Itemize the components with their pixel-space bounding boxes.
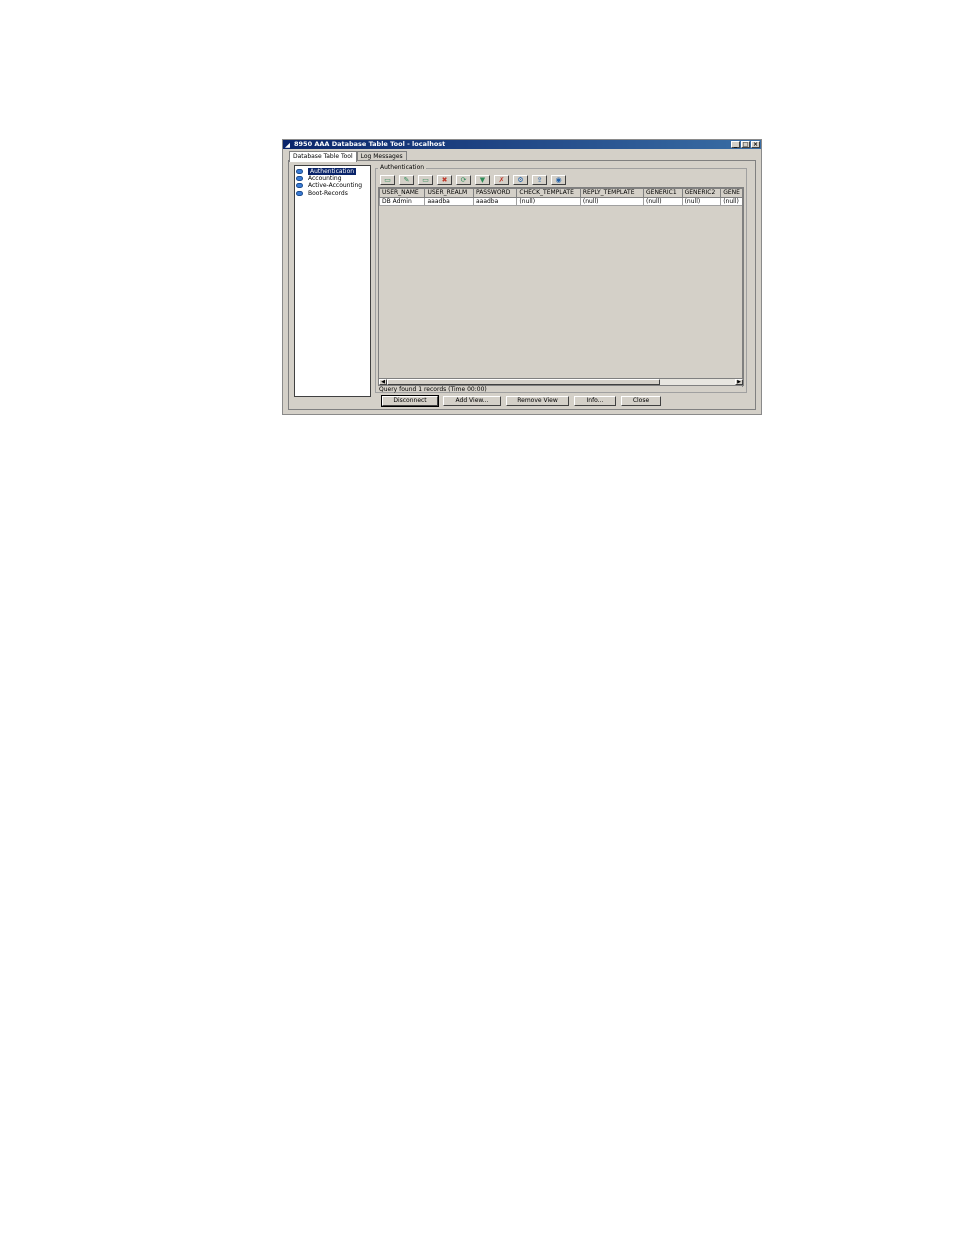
cell-reply-template[interactable]: (null) [579,197,645,206]
disconnect-button[interactable]: Disconnect [381,395,439,407]
records-grid: USER_NAME USER_REALM PASSWORD CHECK_TEMP… [378,187,744,379]
column-header-user-realm[interactable]: USER_REALM [424,188,474,198]
tree-item-label: Boot-Records [308,189,348,197]
cell-generic1[interactable]: (null) [643,197,683,206]
column-header-check-template[interactable]: CHECK_TEMPLATE [516,188,581,198]
scroll-left-button[interactable]: ◀ [379,379,387,385]
export-icon: ⇪ [536,175,543,184]
group-title: Authentication [378,164,427,171]
cell-password[interactable]: aaadba [472,197,518,206]
edit-record-button[interactable]: ✎ [399,175,414,185]
database-icon [296,190,303,196]
view-icon: ▭ [384,175,391,184]
column-header-generic1[interactable]: GENERIC1 [643,188,683,198]
filter-icon: ▼ [479,175,486,184]
search-button[interactable]: ⚙ [513,175,528,185]
cell-gene[interactable]: (null) [720,197,743,206]
edit-icon: ✎ [403,175,410,184]
table-header-row: USER_NAME USER_REALM PASSWORD CHECK_TEMP… [379,188,743,198]
column-header-generic2[interactable]: GENERIC2 [681,188,722,198]
cell-user-realm[interactable]: aaadba [424,197,474,206]
tree-item-accounting[interactable]: Accounting [296,175,369,182]
app-logo-icon: ◢ [285,141,290,149]
scroll-thumb[interactable] [387,379,660,385]
database-icon [296,183,303,189]
table-tree: Authentication Accounting Active-Account… [294,165,371,397]
tree-item-active-accounting[interactable]: Active-Accounting [296,182,369,189]
records-table: USER_NAME USER_REALM PASSWORD CHECK_TEMP… [379,188,743,206]
refresh-icon: ⟳ [460,175,467,184]
close-button[interactable]: Close [621,396,661,406]
view-record-button[interactable]: ▭ [380,175,395,185]
cell-user-name[interactable]: DB Admin [379,197,426,206]
clear-filter-button[interactable]: ✗ [494,175,509,185]
refresh-button[interactable]: ⟳ [456,175,471,185]
add-view-button[interactable]: Add View... [443,396,501,406]
title-bar: ◢ 8950 AAA Database Table Tool - localhos… [283,140,761,149]
tree-item-authentication[interactable]: Authentication [296,168,369,175]
filter-button[interactable]: ▼ [475,175,490,185]
column-header-user-name[interactable]: USER_NAME [379,188,426,198]
connect-button[interactable]: ◉ [551,175,566,185]
toolbar: ▭ ✎ ▭ ✖ ⟳ ▼ ✗ ⚙ ⇪ ◉ [380,175,566,185]
grid-divider [742,187,743,387]
window-controls: _ □ × [731,141,760,148]
add-record-button[interactable]: ▭ [418,175,433,185]
window-title: 8950 AAA Database Table Tool - localhost [294,140,446,148]
cell-check-template[interactable]: (null) [516,197,581,206]
column-header-gene[interactable]: GENE [720,188,743,198]
clear-filter-icon: ✗ [498,175,505,184]
tree-item-label: Authentication [308,168,357,175]
connect-icon: ◉ [555,175,562,184]
tab-database-table-tool[interactable]: Database Table Tool [289,151,357,162]
export-button[interactable]: ⇪ [532,175,547,185]
tree-item-label: Active-Accounting [308,182,363,190]
tree-item-label: Accounting [308,175,342,183]
column-header-reply-template[interactable]: REPLY_TEMPLATE [579,188,645,198]
scroll-right-button[interactable]: ▶ [735,379,743,385]
database-icon [296,169,303,174]
app-window: ◢ 8950 AAA Database Table Tool - localhos… [282,139,762,415]
database-icon [296,176,303,182]
remove-view-button[interactable]: Remove View [506,396,569,406]
info-button[interactable]: Info... [574,396,616,406]
action-buttons: Disconnect Add View... Remove View Info.… [381,395,661,407]
add-icon: ▭ [422,175,429,184]
horizontal-scrollbar[interactable]: ◀ ▶ [378,378,744,386]
column-header-password[interactable]: PASSWORD [472,188,518,198]
delete-record-button[interactable]: ✖ [437,175,452,185]
table-row[interactable]: DB Admin aaadba aaadba (null) (null) (nu… [379,197,743,206]
minimize-button[interactable]: _ [731,141,740,148]
close-window-button[interactable]: × [751,141,760,148]
status-text: Query found 1 records (Time 00:00) [379,386,487,393]
tree-item-boot-records[interactable]: Boot-Records [296,190,369,197]
search-icon: ⚙ [517,175,524,184]
maximize-button[interactable]: □ [741,141,750,148]
delete-icon: ✖ [441,175,448,184]
cell-generic2[interactable]: (null) [681,197,722,206]
